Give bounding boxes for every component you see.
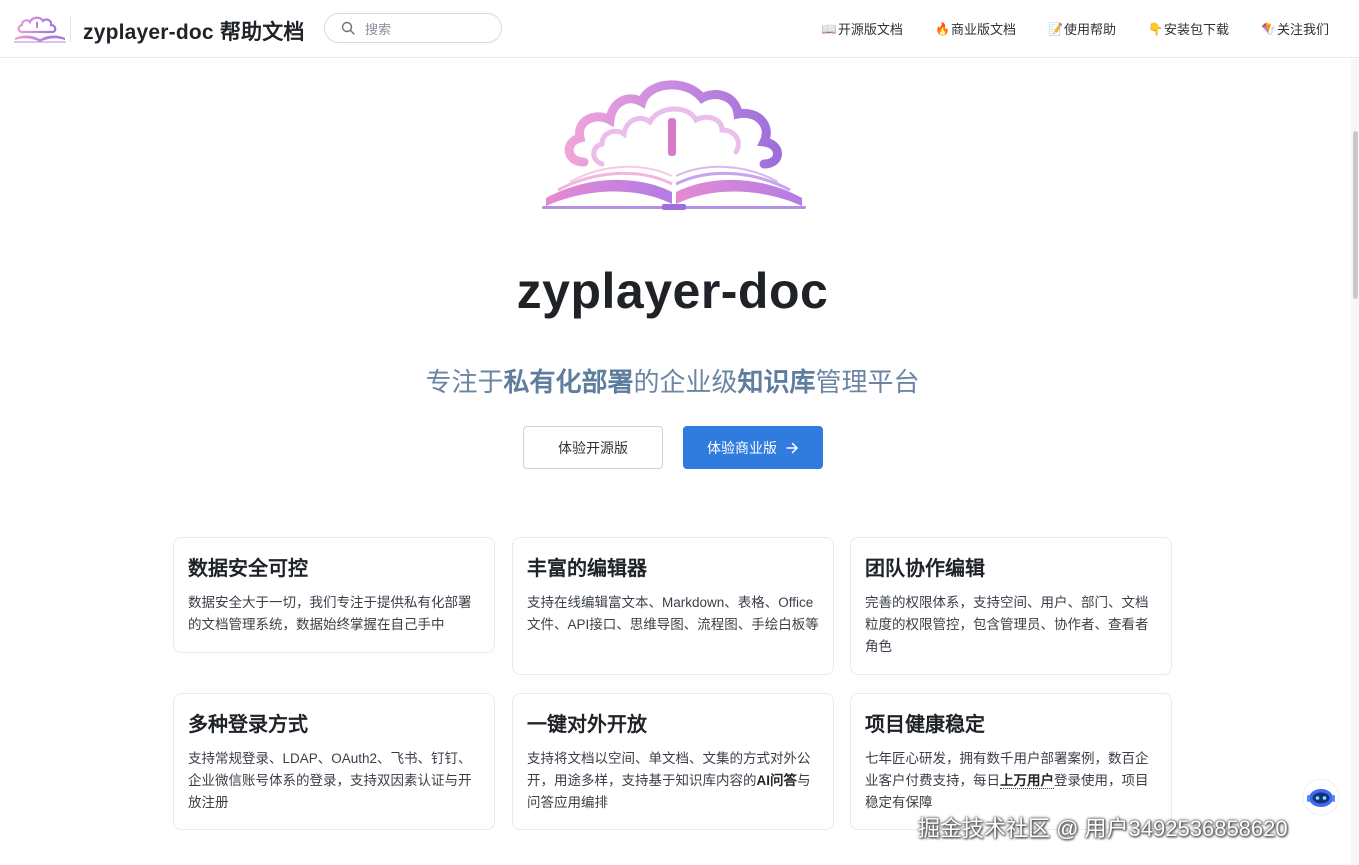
feature-card-login-methods: 多种登录方式 支持常规登录、LDAP、OAuth2、飞书、钉钉、企业微信账号体系… [173, 693, 495, 830]
feature-title: 丰富的编辑器 [527, 558, 647, 580]
nav-link-commercial-docs[interactable]: 🔥 商业版文档 [935, 19, 1016, 38]
hero-tagline: 专注于私有化部署的企业级知识库管理平台 [0, 362, 1345, 399]
nav-link-open-source-docs[interactable]: 📖 开源版文档 [822, 19, 903, 38]
hero-name: zyplayer-doc [516, 263, 829, 319]
feature-details-bold: 上万用户 [1000, 773, 1054, 789]
feature-card-team-collab: 团队协作编辑 完善的权限体系，支持空间、用户、部门、文档粒度的权限管控，包含管理… [850, 537, 1172, 675]
try-open-source-button[interactable]: 体验开源版 [523, 426, 663, 469]
feature-title: 多种登录方式 [188, 714, 308, 736]
tagline-bold-private-deploy: 私有化部署 [503, 367, 634, 397]
feature-title: 数据安全可控 [188, 558, 308, 580]
open-book-icon: 📖 [821, 21, 837, 36]
feature-details: 支持将文档以空间、单文档、文集的方式对外公开，用途多样，支持基于知识库内容的AI… [527, 748, 819, 814]
kite-icon: 🪁 [1260, 21, 1276, 36]
feature-details-bold: AI问答 [756, 773, 798, 788]
watermark: 掘金技术社区 @ 用户3492536858620 [918, 816, 1288, 841]
tagline-text: 专注于 [425, 367, 504, 397]
tagline-text: 管理平台 [815, 367, 920, 397]
feature-card-data-security: 数据安全可控 数据安全大于一切，我们专注于提供私有化部署的文档管理系统，数据始终… [173, 537, 495, 653]
nav-link-label: 关注我们 [1276, 22, 1329, 37]
logo-icon[interactable] [12, 14, 68, 44]
feature-card-project-health: 项目健康稳定 七年匠心研发，拥有数千用户部署案例，数百企业客户付费支持，每日上万… [850, 693, 1172, 830]
site-title[interactable]: zyplayer-doc 帮助文档 [83, 16, 305, 46]
feature-card-public-share: 一键对外开放 支持将文档以空间、单文档、文集的方式对外公开，用途多样，支持基于知… [512, 693, 834, 830]
feature-details: 完善的权限体系，支持空间、用户、部门、文档粒度的权限管控，包含管理员、协作者、查… [865, 595, 1149, 654]
tagline-bold-knowledge-base: 知识库 [737, 367, 816, 397]
memo-icon: 📝 [1047, 21, 1063, 36]
arrow-right-icon [786, 442, 798, 453]
nav-link-follow-us[interactable]: 🪁 关注我们 [1261, 19, 1329, 38]
hero-logo-image [542, 80, 806, 210]
nav-link-label: 使用帮助 [1063, 22, 1116, 37]
try-commercial-button[interactable]: 体验商业版 [683, 426, 823, 469]
feature-details: 支持常规登录、LDAP、OAuth2、飞书、钉钉、企业微信账号体系的登录，支持双… [188, 751, 472, 810]
point-down-icon: 👇 [1147, 21, 1163, 36]
nav-link-label: 开源版文档 [837, 22, 903, 37]
page-scrollbar[interactable] [1351, 59, 1359, 865]
nav-link-usage-help[interactable]: 📝 使用帮助 [1048, 19, 1116, 38]
tagline-text: 的企业级 [633, 367, 738, 397]
feature-title: 项目健康稳定 [865, 714, 985, 736]
assistant-bot-icon[interactable] [1302, 778, 1340, 816]
brand-divider [70, 16, 71, 42]
try-open-source-label: 体验开源版 [558, 439, 628, 456]
nav-link-label: 安装包下载 [1163, 22, 1229, 37]
feature-details: 支持在线编辑富文本、Markdown、表格、Office文件、API接口、思维导… [527, 595, 819, 632]
feature-details: 七年匠心研发，拥有数千用户部署案例，数百企业客户付费支持，每日上万用户登录使用，… [865, 748, 1157, 814]
scrollbar-thumb[interactable] [1353, 131, 1358, 299]
try-commercial-label: 体验商业版 [707, 439, 777, 456]
search-box[interactable] [324, 13, 502, 43]
nav-link-label: 商业版文档 [950, 22, 1016, 37]
search-icon [341, 21, 355, 35]
feature-details: 数据安全大于一切，我们专注于提供私有化部署的文档管理系统，数据始终掌握在自己手中 [188, 595, 472, 632]
fire-icon: 🔥 [934, 21, 950, 36]
top-navbar: zyplayer-doc 帮助文档 📖 开源版文档 🔥 商业版文档 📝 使用帮助… [0, 0, 1359, 58]
feature-card-rich-editor: 丰富的编辑器 支持在线编辑富文本、Markdown、表格、Office文件、AP… [512, 537, 834, 675]
feature-title: 一键对外开放 [527, 714, 647, 736]
nav-links: 📖 开源版文档 🔥 商业版文档 📝 使用帮助 👇 安装包下载 🪁 关注我们 [822, 19, 1329, 38]
nav-link-download[interactable]: 👇 安装包下载 [1148, 19, 1229, 38]
feature-title: 团队协作编辑 [865, 558, 985, 580]
search-input[interactable] [363, 19, 493, 39]
